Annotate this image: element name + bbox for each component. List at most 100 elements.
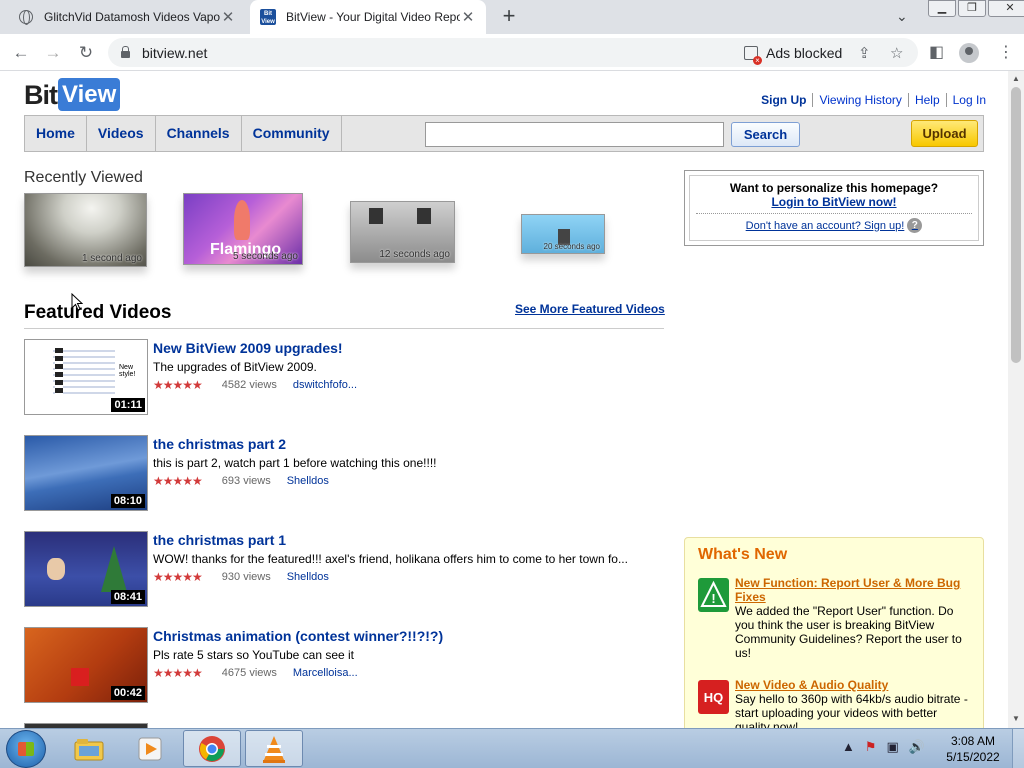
bookmark-star-icon[interactable]: ☆ [890, 44, 903, 62]
search-input[interactable] [425, 122, 724, 147]
uploader-link[interactable]: Shelldos [287, 475, 329, 487]
scroll-thumb[interactable] [1011, 87, 1021, 363]
clock[interactable]: 3:08 AM 5/15/2022 [946, 733, 1000, 765]
recent-video-3[interactable]: 12 seconds ago [350, 201, 455, 263]
recent-thumbnail[interactable]: 1 second ago [24, 193, 147, 267]
forward-arrow-icon[interactable]: → [42, 42, 64, 64]
star-rating-icon: ★★★★★ [153, 378, 203, 392]
divider [24, 328, 664, 329]
recent-thumbnail[interactable]: 12 seconds ago [350, 201, 455, 263]
tab-close-icon[interactable]: ✕ [460, 8, 476, 26]
video-thumbnail[interactable]: 08:41 [24, 531, 148, 607]
view-count: 930 views [221, 571, 271, 583]
restore-button[interactable]: ❐ [958, 0, 986, 17]
page-content: Bit View Sign Up Viewing History Help Lo… [0, 71, 1008, 728]
recently-viewed-title: Recently Viewed [24, 169, 143, 186]
star-rating-icon: ★★★★★ [153, 474, 203, 488]
ads-blocked-chip[interactable]: Ads blocked [744, 45, 842, 65]
uploader-link[interactable]: Shelldos [287, 571, 329, 583]
flamingo-shape [234, 200, 250, 240]
news-text: We added the "Report User" function. Do … [735, 604, 962, 660]
featured-video-1: New style! 01:11 New BitView 2009 upgrad… [24, 339, 664, 415]
recent-video-4[interactable]: 20 seconds ago [521, 214, 605, 254]
nav-channels[interactable]: Channels [156, 116, 242, 151]
media-player-icon[interactable] [121, 730, 179, 767]
uploader-link[interactable]: Marcelloisa... [293, 667, 358, 679]
video-title-link[interactable]: the christmas part 1 [153, 532, 286, 548]
recent-thumbnail[interactable]: Flamingo 5 seconds ago [183, 193, 303, 265]
tab-close-icon[interactable]: ✕ [220, 8, 236, 26]
see-more-featured-link[interactable]: See More Featured Videos [515, 302, 665, 316]
video-title-link[interactable]: New BitView 2009 upgrades! [153, 340, 343, 356]
url-text[interactable]: bitview.net [142, 45, 207, 61]
nav-videos[interactable]: Videos [87, 116, 156, 151]
featured-video-3: 08:41 the christmas part 1 WOW! thanks f… [24, 531, 664, 607]
show-desktop-button[interactable] [1012, 729, 1024, 768]
thumbnail-label: New style! [119, 364, 136, 378]
page-scrollbar[interactable]: ▲ ▼ [1008, 71, 1024, 728]
uploader-link[interactable]: dswitchfofo... [293, 379, 357, 391]
video-thumbnail[interactable]: 00:42 [24, 627, 148, 703]
new-tab-button[interactable]: + [498, 5, 520, 27]
star-rating-icon: ★★★★★ [153, 666, 203, 680]
scroll-up-arrow-icon[interactable]: ▲ [1008, 72, 1024, 86]
news-link[interactable]: New Function: Report User & More Bug Fix… [735, 576, 975, 604]
side-panel-icon[interactable]: ◧ [929, 42, 944, 62]
show-hidden-icons-icon[interactable]: ▲ [842, 739, 855, 755]
vlc-icon[interactable] [245, 730, 303, 767]
signup-link[interactable]: Don't have an account? Sign up! ? [746, 218, 923, 233]
viewing-history-link[interactable]: Viewing History [812, 93, 907, 107]
video-title-link[interactable]: Christmas animation (contest winner?!!?!… [153, 628, 443, 644]
help-question-icon[interactable]: ? [907, 218, 923, 233]
lock-icon[interactable] [121, 46, 130, 58]
gift-box-shape [71, 668, 89, 686]
video-description: WOW! thanks for the featured!!! axel's f… [153, 552, 628, 566]
upload-button[interactable]: Upload [911, 120, 978, 147]
log-in-link[interactable]: Log In [945, 93, 992, 107]
search-button[interactable]: Search [731, 122, 800, 147]
profile-avatar-icon[interactable] [959, 43, 979, 63]
scroll-down-arrow-icon[interactable]: ▼ [1008, 712, 1024, 726]
close-window-button[interactable]: ✕ [988, 0, 1024, 17]
reload-icon[interactable]: ↻ [75, 42, 97, 64]
address-bar[interactable]: bitview.net Ads blocked ⇪ ☆ [108, 38, 918, 67]
view-count: 4675 views [221, 667, 277, 679]
back-arrow-icon[interactable]: ← [10, 42, 32, 64]
minimize-button[interactable]: ▁ [928, 0, 956, 17]
tab-bitview[interactable]: Bit View BitView - Your Digital Video Rep… [250, 0, 486, 34]
hq-icon: HQ [698, 680, 729, 714]
video-thumbnail[interactable]: New style! 01:11 [24, 339, 148, 415]
recent-thumbnail[interactable]: 20 seconds ago [521, 214, 605, 254]
sign-up-link[interactable]: Sign Up [755, 93, 812, 107]
tab-glitchvid[interactable]: GlitchVid Datamosh Videos Vapo ✕ [8, 0, 246, 34]
view-count: 4582 views [221, 379, 277, 391]
menu-kebab-icon[interactable]: ⋮ [998, 42, 1014, 62]
video-title-link[interactable]: the christmas part 2 [153, 436, 286, 452]
volume-icon[interactable]: 🔊 [909, 739, 925, 755]
bitview-logo[interactable]: Bit View [24, 75, 121, 111]
network-icon[interactable]: ▣ [887, 739, 899, 755]
login-now-link[interactable]: Login to BitView now! [690, 195, 978, 209]
recent-video-2[interactable]: Flamingo 5 seconds ago [183, 193, 303, 265]
share-icon[interactable]: ⇪ [858, 44, 871, 62]
nav-home[interactable]: Home [25, 116, 87, 151]
featured-video-4: 00:42 Christmas animation (contest winne… [24, 627, 664, 703]
video-thumbnail[interactable]: 08:10 [24, 435, 148, 511]
help-link[interactable]: Help [907, 93, 946, 107]
view-count: 693 views [221, 475, 271, 487]
featured-videos-title: Featured Videos [24, 302, 172, 323]
warning-icon: ! [698, 578, 729, 612]
news-link[interactable]: New Video & Audio Quality [735, 678, 975, 692]
action-center-flag-icon[interactable]: ⚑ [865, 739, 877, 755]
featured-video-2: 08:10 the christmas part 2 this is part … [24, 435, 664, 511]
file-explorer-icon[interactable] [60, 730, 118, 767]
character-shape [47, 558, 65, 580]
recent-video-1[interactable]: 1 second ago [24, 193, 147, 267]
video-meta: ★★★★★ 4582 views dswitchfofo... [153, 378, 357, 392]
video-duration: 00:42 [110, 686, 145, 700]
nav-community[interactable]: Community [242, 116, 342, 151]
tab-search-icon[interactable]: ⌄ [896, 8, 908, 25]
bitview-favicon-icon: Bit View [260, 9, 276, 25]
start-button[interactable] [6, 730, 46, 768]
chrome-icon[interactable] [183, 730, 241, 767]
